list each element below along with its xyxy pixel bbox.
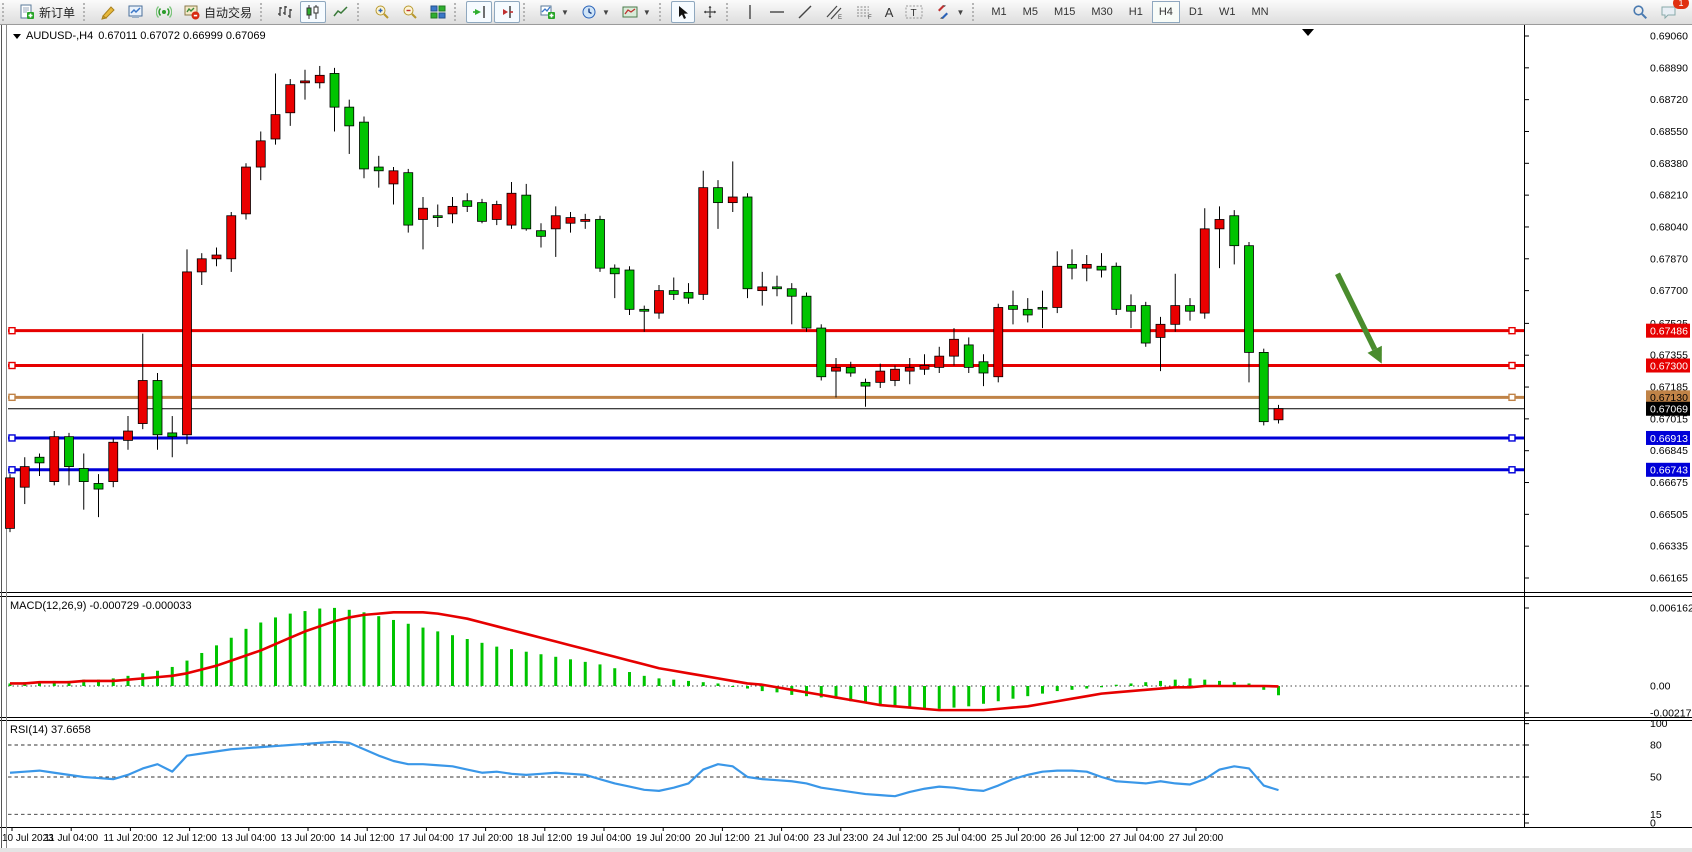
tile-windows-button[interactable] xyxy=(425,1,451,23)
templates-button[interactable]: ▼ xyxy=(617,1,656,23)
toolbar: 新订单 xyxy=(0,0,1692,25)
macd-pane[interactable] xyxy=(0,598,1524,716)
timeframe-button-H1[interactable]: H1 xyxy=(1122,1,1150,23)
timeframe-button-M30[interactable]: M30 xyxy=(1084,1,1119,23)
pane-resize-handle-macd[interactable] xyxy=(0,591,1692,598)
text-tool-button[interactable]: A xyxy=(880,1,899,23)
vertical-line-icon xyxy=(743,4,757,20)
indicators-icon xyxy=(540,4,556,20)
timeframe-button-M5[interactable]: M5 xyxy=(1016,1,1045,23)
bar-chart-button[interactable] xyxy=(272,1,298,23)
chevron-down-icon: ▼ xyxy=(561,8,569,17)
chat-badge: 1 xyxy=(1673,0,1689,9)
timeframe-button-M1[interactable]: M1 xyxy=(984,1,1013,23)
new-order-label: 新订单 xyxy=(39,4,75,21)
zoom-in-button[interactable] xyxy=(369,1,395,23)
svg-text:F: F xyxy=(868,15,872,20)
periods-button[interactable]: ▼ xyxy=(576,1,615,23)
timeframe-toolbar: M1M5M15M30H1H4D1W1MN xyxy=(983,1,1276,23)
ohlc-values: 0.67011 0.67072 0.66999 0.67069 xyxy=(98,30,265,42)
trendline-tool-button[interactable] xyxy=(792,1,818,23)
gold-marker-icon xyxy=(100,4,116,20)
toolbar-separator xyxy=(726,3,735,21)
fibonacci-tool-button[interactable]: F xyxy=(850,1,878,23)
toolbar-separator xyxy=(523,3,532,21)
cursor-button[interactable] xyxy=(671,1,695,23)
autotrading-label: 自动交易 xyxy=(204,4,252,21)
arrows-icon xyxy=(935,4,951,20)
svg-text:E: E xyxy=(838,15,842,20)
channel-tool-button[interactable]: E xyxy=(820,1,848,23)
tile-windows-icon xyxy=(430,4,446,20)
symbol-title: AUDUSD-,H4 xyxy=(26,30,93,42)
vertical-line-tool-button[interactable] xyxy=(738,1,762,23)
timeframe-button-W1[interactable]: W1 xyxy=(1212,1,1243,23)
toolbar-separator xyxy=(659,3,668,21)
text-label-icon: T xyxy=(905,4,923,20)
zoom-out-icon xyxy=(402,4,418,20)
equidistant-channel-icon: E xyxy=(825,4,843,20)
new-order-button[interactable]: 新订单 xyxy=(14,1,80,23)
timeframe-button-D1[interactable]: D1 xyxy=(1182,1,1210,23)
chart-shift-button[interactable] xyxy=(494,1,520,23)
horizontal-line-tool-button[interactable] xyxy=(764,1,790,23)
crosshair-icon xyxy=(702,4,718,20)
strategy-tester-button[interactable] xyxy=(95,1,121,23)
time-axis[interactable] xyxy=(0,827,1524,848)
trendline-icon xyxy=(797,4,813,20)
toolbar-separator xyxy=(357,3,366,21)
zoom-in-icon xyxy=(374,4,390,20)
search-icon xyxy=(1632,4,1648,20)
search-button[interactable] xyxy=(1627,1,1653,23)
autotrading-button[interactable]: 自动交易 xyxy=(179,1,257,23)
timeframe-button-M15[interactable]: M15 xyxy=(1047,1,1082,23)
label-tool-button[interactable]: T xyxy=(900,1,928,23)
bar-chart-icon xyxy=(277,4,293,20)
symbol-dropdown-icon[interactable] xyxy=(13,34,21,39)
candlestick-icon xyxy=(305,4,321,20)
toolbar-separator xyxy=(972,3,981,21)
rsi-indicator-label: RSI(14) 37.6658 xyxy=(10,724,91,736)
text-tool-glyph: A xyxy=(885,5,894,20)
mt4-window: 新订单 xyxy=(0,0,1692,852)
rsi-pane[interactable] xyxy=(0,722,1524,827)
chevron-down-icon: ▼ xyxy=(956,8,964,17)
toolbar-separator xyxy=(83,3,92,21)
signals-button[interactable] xyxy=(151,1,177,23)
fibonacci-icon: F xyxy=(855,4,873,20)
chart-shift-icon xyxy=(499,4,515,20)
chevron-down-icon: ▼ xyxy=(643,8,651,17)
template-icon xyxy=(622,4,638,20)
macd-indicator-label: MACD(12,26,9) -0.000729 -0.000033 xyxy=(10,600,192,612)
indicators-button[interactable]: ▼ xyxy=(535,1,574,23)
new-chart-icon xyxy=(128,4,144,20)
autoscroll-icon xyxy=(471,4,487,20)
line-chart-button[interactable] xyxy=(328,1,354,23)
chevron-down-icon: ▼ xyxy=(602,8,610,17)
signal-icon xyxy=(156,4,172,20)
clock-icon xyxy=(581,4,597,20)
timeframe-button-MN[interactable]: MN xyxy=(1244,1,1275,23)
main-price-pane[interactable] xyxy=(0,26,1524,591)
chart-title-bar[interactable]: AUDUSD-,H4 0.67011 0.67072 0.66999 0.670… xyxy=(13,30,266,42)
crosshair-button[interactable] xyxy=(697,1,723,23)
toolbar-separator xyxy=(260,3,269,21)
toolbar-grip xyxy=(2,3,11,21)
autotrading-icon xyxy=(184,4,200,20)
new-chart-button[interactable] xyxy=(123,1,149,23)
shapes-tool-button[interactable]: ▼ xyxy=(930,1,969,23)
line-chart-icon xyxy=(333,4,349,20)
horizontal-line-icon xyxy=(769,4,785,20)
zoom-out-button[interactable] xyxy=(397,1,423,23)
new-order-icon xyxy=(19,4,35,20)
svg-text:T: T xyxy=(911,8,917,19)
candlestick-chart-button[interactable] xyxy=(300,1,326,23)
chat-button[interactable]: 1 xyxy=(1655,1,1683,23)
price-axis[interactable] xyxy=(1524,26,1692,827)
cursor-icon xyxy=(676,5,690,20)
autoscroll-button[interactable] xyxy=(466,1,492,23)
timeframe-button-H4[interactable]: H4 xyxy=(1152,1,1180,23)
toolbar-separator xyxy=(454,3,463,21)
